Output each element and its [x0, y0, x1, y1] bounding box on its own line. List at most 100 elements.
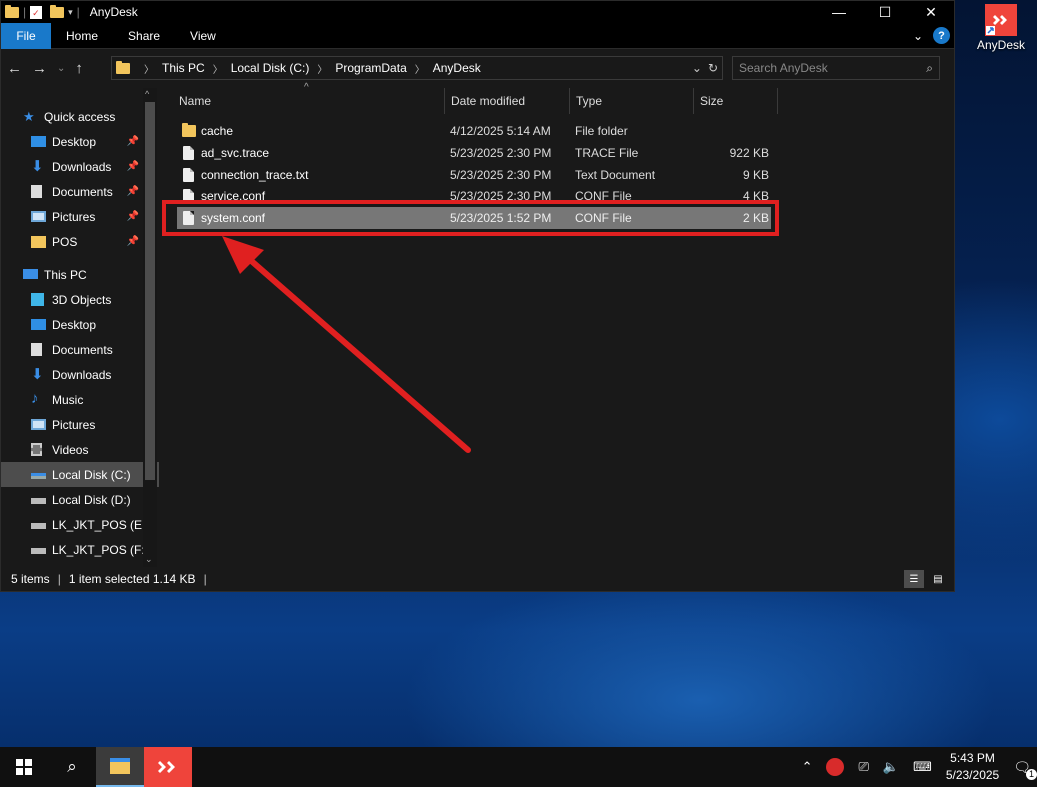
sidebar-item-videos[interactable]: Videos	[1, 437, 159, 462]
documents-icon	[31, 343, 42, 356]
desktop-icon	[31, 319, 46, 330]
breadcrumb: 〉 This PC 〉 Local Disk (C:) 〉 ProgramDat…	[136, 61, 481, 76]
keyboard-icon[interactable]: ⌨	[913, 759, 932, 775]
clock[interactable]: 5:43 PM 5/23/2025	[946, 750, 999, 784]
chevron-right-icon[interactable]: 〉	[144, 61, 154, 76]
file-row-ad-svc-trace[interactable]: ad_svc.trace 5/23/2025 2:30 PM TRACE Fil…	[177, 142, 771, 164]
breadcrumb-local-disk[interactable]: Local Disk (C:)	[231, 61, 310, 75]
sidebar-item-lk-jkt-pos-e[interactable]: LK_JKT_POS (E:)	[1, 512, 159, 537]
start-button[interactable]	[0, 747, 48, 787]
sidebar-item-label: POS	[52, 234, 78, 249]
volume-icon[interactable]: 🔈	[883, 759, 899, 775]
sidebar-item-desktop[interactable]: Desktop 📌	[1, 129, 159, 154]
column-date-modified[interactable]: Date modified	[445, 88, 570, 114]
tab-file[interactable]: File	[1, 22, 51, 49]
minimize-button[interactable]: —	[816, 1, 862, 23]
sidebar-item-music[interactable]: ♪ Music	[1, 387, 159, 412]
search-input[interactable]: Search AnyDesk ⌕	[732, 56, 940, 80]
sidebar-item-label: LK_JKT_POS (F:)	[52, 542, 149, 557]
chevron-right-icon[interactable]: 〉	[415, 61, 425, 76]
sidebar-item-lk-jkt-pos-f[interactable]: LK_JKT_POS (F:)	[1, 537, 159, 562]
sidebar-item-downloads[interactable]: ⬇ Downloads 📌	[1, 154, 159, 179]
maximize-button[interactable]: ☐	[862, 1, 908, 23]
help-button[interactable]: ?	[933, 27, 950, 44]
system-tray: ⌃ ⎚ 🔈 ⌨ 5:43 PM 5/23/2025 🗨 1	[802, 747, 1037, 787]
chevron-right-icon[interactable]: 〉	[317, 61, 327, 76]
tab-home[interactable]: Home	[51, 23, 113, 49]
network-icon[interactable]: ⎚	[858, 759, 868, 775]
desktop-anydesk-shortcut[interactable]: AnyDesk	[968, 0, 1034, 56]
tab-share[interactable]: Share	[113, 23, 175, 49]
sidebar-item-documents-pc[interactable]: Documents	[1, 337, 159, 362]
sidebar-item-label: Downloads	[52, 367, 112, 382]
sidebar-item-desktop-pc[interactable]: Desktop	[1, 312, 159, 337]
taskbar: ⌕ ⌃ ⎚ 🔈 ⌨ 5:43 PM 5/23/2025 🗨 1	[0, 747, 1037, 787]
file-date: 4/12/2025 5:14 AM	[450, 124, 551, 138]
sidebar-item-label: Local Disk (C:)	[52, 467, 131, 482]
close-button[interactable]: ✕	[908, 1, 954, 23]
sidebar-scrollbar[interactable]: ^ ⌄	[143, 88, 157, 568]
tab-view[interactable]: View	[175, 23, 231, 49]
sidebar-item-pos[interactable]: POS 📌	[1, 229, 159, 254]
scroll-down-icon[interactable]: ⌄	[145, 554, 153, 565]
window-title: AnyDesk	[89, 5, 138, 19]
customize-toolbar-icon[interactable]: ▾	[68, 7, 73, 18]
large-icons-view-icon[interactable]: ▤	[928, 570, 948, 588]
details-view-icon[interactable]: ☰	[904, 570, 924, 588]
sidebar-item-this-pc[interactable]: This PC	[1, 262, 159, 287]
sidebar-item-pictures[interactable]: Pictures 📌	[1, 204, 159, 229]
sidebar-item-local-disk-d[interactable]: Local Disk (D:)	[1, 487, 159, 512]
column-name[interactable]: Name	[173, 88, 445, 114]
file-name: connection_trace.txt	[201, 168, 309, 182]
recent-locations-icon[interactable]: ⌄	[57, 63, 65, 74]
sidebar-item-documents[interactable]: Documents 📌	[1, 179, 159, 204]
taskbar-file-explorer[interactable]	[96, 747, 144, 787]
sidebar-item-label: Documents	[52, 184, 113, 199]
column-type[interactable]: Type	[570, 88, 694, 114]
properties-icon[interactable]: ✓	[30, 5, 43, 19]
explorer-body: ★ Quick access Desktop 📌 ⬇ Downloads 📌 D…	[1, 82, 954, 568]
address-dropdown-icon[interactable]: ⌄	[692, 61, 702, 75]
column-header-row: ^ Name Date modified Type Size	[159, 82, 954, 114]
folder-icon	[31, 236, 46, 248]
new-folder-icon[interactable]	[50, 4, 65, 18]
refresh-icon[interactable]: ↻	[708, 61, 718, 75]
file-icon	[183, 146, 194, 160]
pin-icon: 📌	[126, 186, 139, 197]
show-hidden-icons-icon[interactable]: ⌃	[802, 759, 813, 775]
sidebar-item-local-disk-c[interactable]: Local Disk (C:)	[1, 462, 159, 487]
notifications-icon[interactable]: 🗨 1	[1013, 759, 1037, 780]
file-row-cache[interactable]: cache 4/12/2025 5:14 AM File folder	[177, 120, 771, 142]
sidebar-item-label: Quick access	[44, 109, 116, 124]
chevron-right-icon[interactable]: 〉	[213, 61, 223, 76]
videos-icon	[31, 443, 42, 456]
breadcrumb-anydesk[interactable]: AnyDesk	[433, 61, 481, 75]
sidebar-item-3d-objects[interactable]: 3D Objects	[1, 287, 159, 312]
star-icon: ★	[23, 109, 35, 124]
taskbar-anydesk[interactable]	[144, 747, 192, 787]
address-bar[interactable]: 〉 This PC 〉 Local Disk (C:) 〉 ProgramDat…	[111, 56, 723, 80]
sidebar-item-label: Desktop	[52, 317, 97, 332]
expand-ribbon-icon[interactable]: ⌄	[913, 29, 923, 43]
quick-access-toolbar: | ✓ ▾ |	[1, 1, 80, 23]
drive-icon	[31, 523, 46, 529]
anydesk-tray-icon[interactable]	[826, 758, 845, 776]
sidebar-item-quick-access[interactable]: ★ Quick access	[1, 104, 159, 129]
search-button[interactable]: ⌕	[48, 747, 96, 787]
breadcrumb-programdata[interactable]: ProgramData	[335, 61, 406, 75]
forward-arrow-icon[interactable]: →	[32, 60, 47, 77]
scrollbar-thumb[interactable]	[145, 102, 155, 480]
sidebar-item-pictures-pc[interactable]: Pictures	[1, 412, 159, 437]
column-size[interactable]: Size	[694, 88, 778, 114]
file-date: 5/23/2025 2:30 PM	[450, 146, 552, 160]
sidebar-item-label: Pictures	[52, 417, 96, 432]
sidebar-item-downloads-pc[interactable]: ⬇ Downloads	[1, 362, 159, 387]
file-explorer-icon	[110, 758, 130, 774]
file-row-connection-trace[interactable]: connection_trace.txt 5/23/2025 2:30 PM T…	[177, 164, 771, 186]
sidebar-item-label: LK_JKT_POS (E:)	[52, 517, 150, 532]
up-arrow-icon[interactable]: ↑	[75, 60, 83, 77]
annotation-highlight-box	[162, 200, 779, 236]
back-arrow-icon[interactable]: ←	[7, 60, 22, 77]
breadcrumb-this-pc[interactable]: This PC	[162, 61, 205, 75]
scroll-up-icon[interactable]: ^	[145, 89, 149, 99]
